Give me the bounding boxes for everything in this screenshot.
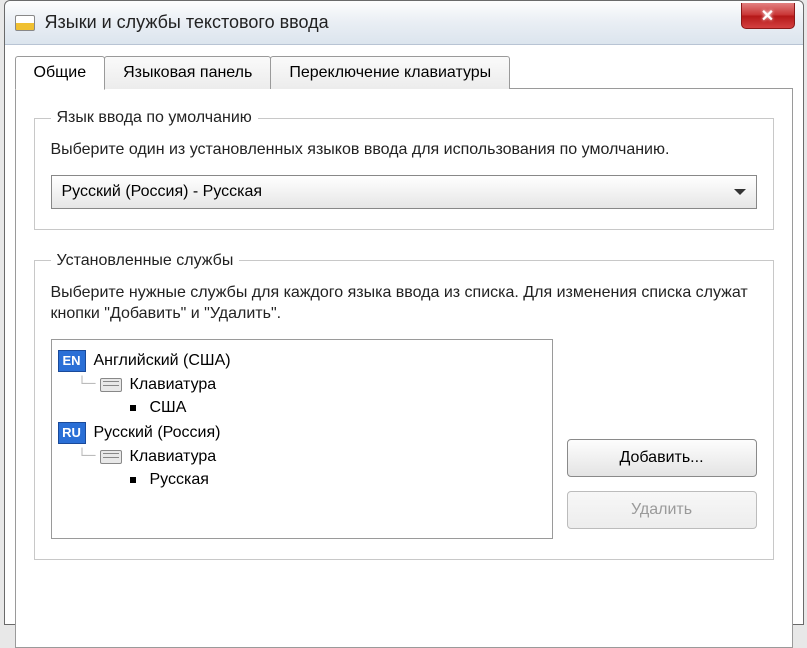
close-icon: ✕ xyxy=(761,6,774,26)
window-title: Языки и службы текстового ввода xyxy=(45,12,329,33)
app-icon xyxy=(15,15,35,31)
tree-layout-en[interactable]: США xyxy=(58,396,546,420)
keyboard-icon xyxy=(100,450,122,464)
default-language-selected: Русский (Россия) - Русская xyxy=(62,183,263,201)
tab-keyboard-switch[interactable]: Переключение клавиатуры xyxy=(270,56,510,89)
services-row: EN Английский (США) └─ Клавиатура США xyxy=(51,339,757,539)
default-language-group: Язык ввода по умолчанию Выберите один из… xyxy=(34,109,774,230)
dialog-window: Языки и службы текстового ввода ✕ Общие … xyxy=(4,0,804,625)
default-language-desc: Выберите один из установленных языков вв… xyxy=(51,139,757,161)
keyboard-label-ru: Клавиатура xyxy=(130,448,217,466)
tree-layout-ru[interactable]: Русская xyxy=(58,468,546,492)
services-button-column: Добавить... Удалить xyxy=(567,339,757,539)
services-tree[interactable]: EN Английский (США) └─ Клавиатура США xyxy=(51,339,553,539)
tree-keyboard-ru[interactable]: └─ Клавиатура xyxy=(58,446,546,468)
lang-badge-en: EN xyxy=(58,350,86,372)
chevron-down-icon xyxy=(734,189,746,195)
tree-keyboard-en[interactable]: └─ Клавиатура xyxy=(58,374,546,396)
keyboard-icon xyxy=(100,378,122,392)
tree-lang-en[interactable]: EN Английский (США) xyxy=(58,348,546,374)
tab-panel-general: Язык ввода по умолчанию Выберите один из… xyxy=(15,88,793,648)
default-language-dropdown[interactable]: Русский (Россия) - Русская xyxy=(51,175,757,209)
add-button[interactable]: Добавить... xyxy=(567,439,757,477)
bullet-icon xyxy=(130,405,136,411)
lang-name-ru: Русский (Россия) xyxy=(94,424,221,442)
bullet-icon xyxy=(130,477,136,483)
tabstrip: Общие Языковая панель Переключение клави… xyxy=(15,56,793,89)
tree-lang-ru[interactable]: RU Русский (Россия) xyxy=(58,420,546,446)
content-area: Общие Языковая панель Переключение клави… xyxy=(15,56,793,624)
delete-button: Удалить xyxy=(567,491,757,529)
layout-name-en: США xyxy=(150,399,187,417)
close-button[interactable]: ✕ xyxy=(741,3,795,29)
tree-connector-icon: └─ xyxy=(78,448,96,465)
keyboard-label-en: Клавиатура xyxy=(130,376,217,394)
lang-name-en: Английский (США) xyxy=(94,352,231,370)
tab-language-bar[interactable]: Языковая панель xyxy=(104,56,271,89)
installed-services-legend: Установленные службы xyxy=(51,252,240,270)
installed-services-group: Установленные службы Выберите нужные слу… xyxy=(34,252,774,560)
installed-services-desc: Выберите нужные службы для каждого языка… xyxy=(51,282,757,325)
layout-name-ru: Русская xyxy=(150,471,209,489)
default-language-legend: Язык ввода по умолчанию xyxy=(51,109,258,127)
titlebar: Языки и службы текстового ввода ✕ xyxy=(5,1,803,45)
tree-connector-icon: └─ xyxy=(78,376,96,393)
tab-general[interactable]: Общие xyxy=(15,56,106,90)
lang-badge-ru: RU xyxy=(58,422,86,444)
